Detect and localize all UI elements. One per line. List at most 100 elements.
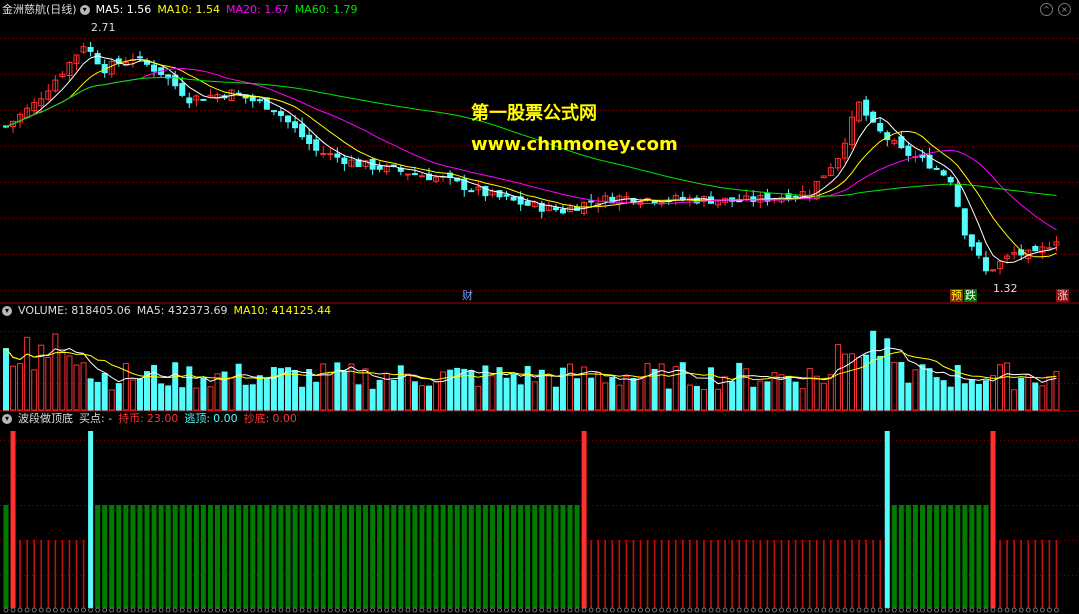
wait-bar [604, 540, 607, 608]
volume-bar [863, 354, 870, 411]
hold-bar [574, 505, 580, 608]
chevron-down-icon[interactable]: ▾ [2, 414, 12, 424]
hold-bar [356, 505, 361, 608]
baseline-dot [334, 607, 340, 613]
wait-bar [837, 540, 839, 608]
volume-bar [263, 377, 270, 411]
candle-body [933, 167, 940, 170]
volume-bar [24, 336, 31, 411]
chevron-down-icon[interactable]: ▾ [2, 306, 12, 316]
hold-bar [905, 505, 911, 608]
volume-bar [136, 378, 143, 411]
minimize-icon[interactable]: ^ [1040, 3, 1053, 16]
close-icon[interactable]: × [1058, 3, 1071, 16]
indicator-title: 波段做顶底 [18, 412, 73, 425]
wait-bar [1013, 540, 1015, 608]
baseline-dot [1047, 607, 1052, 613]
candle-body [320, 152, 327, 155]
baseline-dot [278, 607, 284, 613]
baseline-dot [518, 607, 524, 613]
volume-bar [912, 369, 919, 411]
volume-bar [785, 375, 792, 411]
baseline-dot [870, 607, 876, 613]
chevron-down-icon[interactable]: ▾ [79, 5, 90, 15]
baseline-dot [31, 607, 37, 613]
volume-bar [327, 371, 334, 411]
hold-bar [363, 505, 369, 608]
volume-bar [341, 370, 348, 411]
warning-marker[interactable]: 预 [950, 289, 963, 302]
baseline-dot [786, 607, 791, 613]
volume-bar [1025, 374, 1032, 411]
baseline-dot [955, 607, 961, 613]
volume-bar [313, 381, 320, 411]
hold-bar [546, 505, 552, 608]
candle-body [940, 170, 947, 176]
baseline-dot [497, 607, 502, 613]
baseline-dot [320, 607, 326, 613]
baseline-dot [52, 607, 58, 613]
hold-bar [504, 505, 510, 608]
volume-bar [59, 348, 66, 411]
baseline-dot [927, 607, 932, 613]
baseline-dot [941, 607, 947, 613]
baseline-dot [88, 607, 93, 613]
volume-bar [1032, 382, 1039, 411]
finance-marker[interactable]: 财 [462, 289, 473, 302]
volume-bar [715, 388, 722, 411]
hold-bar [271, 505, 277, 608]
signal-spike [990, 431, 996, 608]
volume-bar [228, 377, 235, 411]
top-value: 0.00 [213, 412, 238, 425]
ma60-value: MA60: 1.79 [294, 3, 358, 16]
baseline-dot [1004, 607, 1010, 613]
hold-bar [130, 505, 136, 608]
baseline-dot [412, 607, 418, 613]
baseline-dot [419, 607, 425, 613]
hold-bar [412, 505, 418, 608]
hold-bar [976, 505, 982, 608]
wait-bar [731, 540, 733, 608]
baseline-dot [1018, 607, 1024, 613]
baseline-dot [67, 607, 72, 613]
wait-bar [717, 540, 719, 608]
volume-bar [426, 385, 432, 411]
hold-bar [518, 505, 524, 608]
volume-bar [834, 344, 841, 411]
baseline-dot [616, 607, 622, 613]
wait-bar [682, 540, 684, 608]
volume-bar [806, 368, 813, 411]
volume-bar [200, 377, 207, 411]
baseline-dot [461, 607, 467, 613]
volume-bar [66, 355, 73, 411]
baseline-dot [567, 607, 573, 613]
candle-body [341, 157, 348, 165]
baseline-dot [757, 607, 763, 613]
candle-body [270, 110, 277, 113]
volume-bar [665, 388, 672, 411]
volume-bar [574, 378, 581, 411]
hold-bar [348, 505, 354, 608]
candle-body [954, 184, 961, 207]
hold-bar [391, 505, 397, 608]
hold-bar [243, 505, 249, 608]
volume-bar [933, 377, 940, 411]
rise-marker[interactable]: 涨 [1056, 289, 1069, 302]
wait-bar [660, 540, 663, 608]
baseline-dot [1054, 607, 1059, 613]
hold-bar [898, 505, 904, 608]
baseline-dot [624, 607, 629, 613]
fall-marker[interactable]: 跌 [964, 289, 977, 302]
wait-bar [611, 540, 614, 608]
volume-bar [390, 379, 397, 411]
candle-body [151, 64, 158, 72]
baseline-dot [539, 607, 545, 613]
baseline-dot [313, 607, 319, 613]
baseline-dot [666, 607, 672, 613]
baseline-dot [849, 607, 855, 613]
volume-bar [503, 377, 510, 411]
candle-body [968, 234, 975, 247]
baseline-dot [306, 607, 312, 613]
wait-bar [47, 540, 50, 608]
hold-bar [327, 505, 333, 608]
